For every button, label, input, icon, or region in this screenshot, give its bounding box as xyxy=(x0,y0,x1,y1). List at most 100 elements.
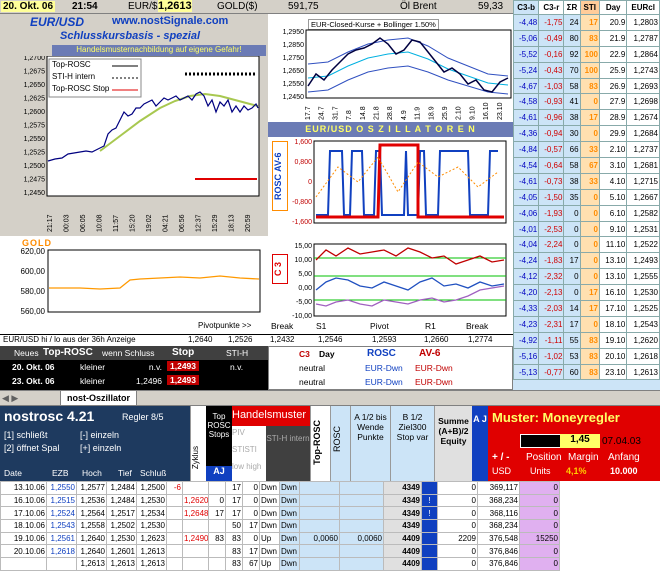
signal-h1: Neues xyxy=(14,348,39,358)
sheet-cell xyxy=(166,493,183,508)
bollinger-y-tick: 1,2750 xyxy=(283,55,305,62)
sheet-cell: 0 xyxy=(519,481,560,495)
c3-y-tick: 0,00 xyxy=(298,285,312,292)
sheet-cell: 19.10.06 xyxy=(0,531,47,546)
rt-cell: 67 xyxy=(579,157,600,174)
sheet-row: 19.10.06 1,2561 1,2640 1,2530 1,2623 1,2490 83… xyxy=(0,531,560,546)
signal-h4: Stop xyxy=(172,347,195,358)
rt-cell: -2,31 xyxy=(538,315,565,333)
rt-row: -5,52 -0,16 92 100 22.9 1,2864 xyxy=(512,45,660,63)
rt-cell: -4,06 xyxy=(512,204,540,222)
tab-scroll-arrows[interactable]: ◀ ▶ xyxy=(2,393,18,404)
site-link[interactable]: www.nostSignale.com xyxy=(112,15,228,27)
zyklus-header: Zyklus xyxy=(191,446,200,470)
margin-pct: 4,1% xyxy=(566,466,587,476)
rt-cell: 35 xyxy=(563,188,581,206)
sheet-cell: Dwn xyxy=(259,481,280,495)
y-tick-label: 1,2700 xyxy=(24,56,46,62)
rt-cell: 38 xyxy=(563,109,581,127)
sheet-row: 13.10.06 1,2550 1,2577 1,2484 1,2500 -6 17 0 Dwn… xyxy=(0,481,560,495)
rt-cell: 0 xyxy=(563,204,581,222)
y-tick-label: 1,2650 xyxy=(24,82,46,89)
rt-row: -4,23 -2,31 17 0 18.10 1,2543 xyxy=(512,315,660,333)
c3-y-tick: 15,00 xyxy=(294,243,312,250)
rt-cell: 0 xyxy=(563,284,581,302)
sheet-cell: Up xyxy=(259,531,280,546)
sheet-cell: 0 xyxy=(519,557,560,571)
rt-row: -5,16 -1,02 53 83 20.10 1,2618 xyxy=(512,347,660,365)
rt-row: -4,06 -1,93 0 0 6.10 1,2582 xyxy=(512,204,660,222)
time-display: 21:54 xyxy=(72,1,98,12)
bollinger-x-tick: 23.10 xyxy=(497,102,504,120)
signal-h5: STI-H xyxy=(226,348,249,358)
sheet-cell xyxy=(166,557,183,571)
rt-cell: -4,33 xyxy=(512,300,540,317)
rt-cell: 6.10 xyxy=(598,204,628,222)
sheet-cell: ! xyxy=(421,493,438,508)
sheet-cell: 376,846 xyxy=(477,557,520,571)
rt-row: -4,20 -2,13 0 17 16.10 1,2530 xyxy=(512,284,660,302)
rt-cell: 1,2530 xyxy=(626,284,660,302)
sheet-cell: 0 xyxy=(437,544,478,559)
tab-nost-oszillator[interactable]: nost-Oszillator xyxy=(60,391,138,406)
bollinger-x-tick: 24.7 xyxy=(319,106,326,120)
rt-cell: -0,73 xyxy=(538,172,565,190)
rt-header: EURcl xyxy=(626,0,660,15)
rt-cell: -4,84 xyxy=(512,141,540,159)
option-2b[interactable]: [+] einzeln xyxy=(80,443,121,453)
bollinger-x-tick: 4.9 xyxy=(401,110,408,120)
sheet-cell: 17 xyxy=(225,493,243,508)
sheet-cell: Dwn xyxy=(279,531,300,546)
sheet-cell: 0 xyxy=(437,506,478,521)
option-2[interactable]: [2] öffnet Spal xyxy=(4,443,59,453)
y-tick-label: 1,2500 xyxy=(24,163,46,170)
rt-cell: 38 xyxy=(563,172,581,190)
sheet-cell: 0 xyxy=(208,493,226,508)
muster-date: 07.04.03 xyxy=(602,436,641,447)
rt-cell: 29.9 xyxy=(598,125,628,143)
x-tick-label: 00:03 xyxy=(64,214,71,232)
summe-header: Summe (A+B)/2 Equity xyxy=(434,406,472,481)
sheet-cell xyxy=(421,481,438,495)
rt-cell: -4,01 xyxy=(512,220,540,238)
chart-subtitle: Schlusskursbasis - spezial xyxy=(60,30,201,42)
oil-value: 59,33 xyxy=(478,1,504,12)
rt-cell: 17 xyxy=(563,252,581,270)
sheet-cell: 1,2618 xyxy=(46,544,77,559)
gold-y-tick: 620,00 xyxy=(21,248,46,256)
piv-header: PIV STISTI low high xyxy=(232,426,266,481)
option-1b[interactable]: [-] einzeln xyxy=(80,430,119,440)
sheet-cell xyxy=(299,481,340,495)
col-schluss: Schluß xyxy=(140,468,167,478)
sheet-cell: 1,2530 xyxy=(106,531,137,546)
gold-y-tick: 560,00 xyxy=(21,307,46,316)
option-1[interactable]: [1] schließt xyxy=(4,430,48,440)
sheet-cell: Dwn xyxy=(279,493,300,508)
top-rosc-col-header: Top-ROSC xyxy=(312,420,322,465)
sheet-cell xyxy=(182,481,209,495)
rt-cell: -4,67 xyxy=(512,77,540,95)
x-tick-label: 10:08 xyxy=(97,214,104,232)
rt-cell: 83 xyxy=(579,347,600,365)
rt-row: -4,61 -0,73 38 33 4.10 1,2715 xyxy=(512,172,660,190)
rt-row: -5,06 -0,49 80 83 21.9 1,2787 xyxy=(512,29,660,47)
bollinger-chart: 1,2950 1,2850 1,2750 1,2650 1,2550 1,2450 17.… xyxy=(283,29,512,120)
sheet-cell: Dwn xyxy=(259,544,280,559)
rt-row: -5,13 -0,77 60 83 23.10 1,2613 xyxy=(512,363,660,381)
x-tick-label: 19:02 xyxy=(146,214,153,232)
sheet-cell xyxy=(421,557,438,571)
rt-cell: 0 xyxy=(579,188,600,206)
signal-stop-1: 1,2493 xyxy=(167,361,199,371)
x-tick-label: 06:56 xyxy=(179,214,186,232)
sheet-cell: 0 xyxy=(519,493,560,508)
money-value[interactable]: 1,45 xyxy=(560,434,600,448)
rt-cell: 1,2698 xyxy=(626,93,660,111)
pivot-label[interactable]: Pivotpunkte >> xyxy=(198,321,251,330)
sheet-cell: 0 xyxy=(519,544,560,559)
sheet-cell: 1,2500 xyxy=(136,481,167,495)
rt-cell: 1,2681 xyxy=(626,157,660,174)
c3day-r1-c3: neutral xyxy=(299,363,325,373)
hilo-hi: 1,2640 xyxy=(188,335,213,344)
rt-cell: -1,50 xyxy=(538,188,565,206)
rt-cell: 17 xyxy=(563,315,581,333)
